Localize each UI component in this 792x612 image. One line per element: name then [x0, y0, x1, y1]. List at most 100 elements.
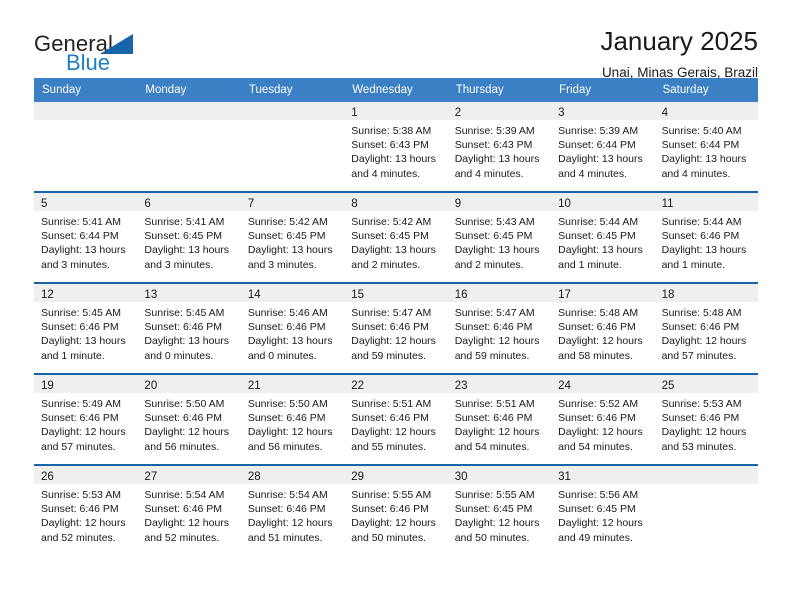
- day-number-band: 1: [344, 102, 448, 120]
- day-cell[interactable]: 18 Sunrise: 5:48 AM Sunset: 6:46 PM Dayligh…: [654, 284, 758, 373]
- day-number-band: 24: [551, 375, 655, 393]
- day-number-band: [34, 102, 138, 120]
- calendar-page: General Blue January 2025 Unai, Minas Ge…: [0, 0, 792, 612]
- sunset-text: Sunset: 6:45 PM: [454, 230, 533, 243]
- day-cell[interactable]: 29 Sunrise: 5:55 AM Sunset: 6:46 PM Dayligh…: [344, 466, 448, 555]
- day-cell-empty: [137, 102, 241, 191]
- day-number-band: 10: [551, 193, 655, 211]
- sunset-text: Sunset: 6:45 PM: [144, 230, 223, 243]
- daylight-text-line1: Daylight: 13 hours: [41, 244, 126, 257]
- day-number-band: 22: [344, 375, 448, 393]
- daylight-text-line2: and 59 minutes.: [351, 349, 426, 362]
- day-details: Sunrise: 5:53 AM Sunset: 6:46 PM Daylight:…: [655, 393, 758, 454]
- day-cell[interactable]: 11 Sunrise: 5:44 AM Sunset: 6:46 PM Dayligh…: [654, 193, 758, 282]
- day-cell[interactable]: 17 Sunrise: 5:48 AM Sunset: 6:46 PM Dayligh…: [551, 284, 655, 373]
- day-number: 9: [454, 198, 462, 210]
- sunset-text: Sunset: 6:45 PM: [558, 230, 636, 243]
- sunset-text: Sunset: 6:44 PM: [41, 230, 119, 243]
- day-number: 24: [558, 380, 571, 392]
- sunset-text: Sunset: 6:46 PM: [41, 503, 119, 516]
- day-details: Sunrise: 5:55 AM Sunset: 6:46 PM Daylight:…: [344, 484, 447, 545]
- day-number: 6: [144, 198, 151, 210]
- day-number-band: 19: [34, 375, 138, 393]
- sunrise-text: Sunrise: 5:51 AM: [351, 398, 432, 410]
- day-details: Sunrise: 5:51 AM Sunset: 6:46 PM Daylight:…: [344, 393, 447, 454]
- sunrise-text: Sunrise: 5:44 AM: [661, 216, 742, 228]
- daylight-text-line2: and 50 minutes.: [454, 531, 530, 544]
- day-cell[interactable]: 30 Sunrise: 5:55 AM Sunset: 6:45 PM Dayligh…: [447, 466, 552, 555]
- day-details: Sunrise: 5:39 AM Sunset: 6:44 PM Daylight:…: [551, 120, 654, 181]
- day-cell[interactable]: 19 Sunrise: 5:49 AM Sunset: 6:46 PM Dayligh…: [34, 375, 138, 464]
- sunrise-text: Sunrise: 5:53 AM: [661, 398, 742, 410]
- day-cell[interactable]: 4 Sunrise: 5:40 AM Sunset: 6:44 PM Daylight…: [654, 102, 758, 191]
- daylight-text-line2: and 55 minutes.: [351, 440, 426, 453]
- sunset-text: Sunset: 6:46 PM: [247, 503, 326, 516]
- day-cell[interactable]: 13 Sunrise: 5:45 AM Sunset: 6:46 PM Dayligh…: [137, 284, 241, 373]
- day-cell[interactable]: 5 Sunrise: 5:41 AM Sunset: 6:44 PM Daylight…: [34, 193, 138, 282]
- day-cell[interactable]: 14 Sunrise: 5:46 AM Sunset: 6:46 PM Dayligh…: [240, 284, 345, 373]
- sunrise-text: Sunrise: 5:53 AM: [41, 489, 121, 501]
- daylight-text-line1: Daylight: 12 hours: [41, 426, 126, 439]
- day-cell[interactable]: 7 Sunrise: 5:42 AM Sunset: 6:45 PM Daylight…: [240, 193, 345, 282]
- day-cell[interactable]: 6 Sunrise: 5:41 AM Sunset: 6:45 PM Daylight…: [137, 193, 241, 282]
- day-cell[interactable]: 8 Sunrise: 5:42 AM Sunset: 6:45 PM Daylight…: [344, 193, 448, 282]
- daylight-text-line2: and 4 minutes.: [661, 167, 731, 180]
- day-cell[interactable]: 21 Sunrise: 5:50 AM Sunset: 6:46 PM Dayligh…: [240, 375, 345, 464]
- day-details: Sunrise: 5:45 AM Sunset: 6:46 PM Daylight:…: [34, 302, 137, 363]
- day-number: 28: [247, 471, 261, 483]
- day-number-band: 18: [654, 284, 758, 302]
- weekday-header-row: Sunday Monday Tuesday Wednesday Thursday…: [34, 78, 758, 102]
- daylight-text-line1: Daylight: 12 hours: [144, 517, 230, 530]
- daylight-text-line2: and 52 minutes.: [144, 531, 220, 544]
- day-cell[interactable]: 3 Sunrise: 5:39 AM Sunset: 6:44 PM Daylight…: [551, 102, 655, 191]
- day-number: 31: [558, 471, 571, 483]
- day-cell[interactable]: 20 Sunrise: 5:50 AM Sunset: 6:46 PM Dayligh…: [137, 375, 241, 464]
- daylight-text-line2: and 0 minutes.: [247, 349, 317, 362]
- daylight-text-line2: and 54 minutes.: [454, 440, 530, 453]
- page-header: General Blue January 2025 Unai, Minas Ge…: [34, 0, 758, 80]
- day-cell[interactable]: 2 Sunrise: 5:39 AM Sunset: 6:43 PM Daylight…: [447, 102, 552, 191]
- sunrise-text: Sunrise: 5:52 AM: [558, 398, 639, 410]
- day-details: Sunrise: 5:49 AM Sunset: 6:46 PM Daylight:…: [34, 393, 137, 454]
- day-cell[interactable]: 22 Sunrise: 5:51 AM Sunset: 6:46 PM Dayligh…: [344, 375, 448, 464]
- calendar-week-row: 1 Sunrise: 5:38 AM Sunset: 6:43 PM Daylight…: [34, 102, 758, 191]
- day-cell[interactable]: 9 Sunrise: 5:43 AM Sunset: 6:45 PM Daylight…: [447, 193, 552, 282]
- sunset-text: Sunset: 6:46 PM: [661, 412, 740, 425]
- day-cell[interactable]: 24 Sunrise: 5:52 AM Sunset: 6:46 PM Dayligh…: [551, 375, 655, 464]
- daylight-text-line2: and 59 minutes.: [454, 349, 530, 362]
- day-cell[interactable]: 10 Sunrise: 5:44 AM Sunset: 6:45 PM Dayligh…: [551, 193, 655, 282]
- day-cell[interactable]: 31 Sunrise: 5:56 AM Sunset: 6:45 PM Dayligh…: [551, 466, 655, 555]
- day-number-band: 2: [447, 102, 552, 120]
- sunset-text: Sunset: 6:46 PM: [351, 412, 429, 425]
- day-cell[interactable]: 27 Sunrise: 5:54 AM Sunset: 6:46 PM Dayligh…: [137, 466, 241, 555]
- sunrise-text: Sunrise: 5:42 AM: [351, 216, 432, 228]
- daylight-text-line1: Daylight: 12 hours: [41, 517, 126, 530]
- day-number: 3: [558, 107, 565, 119]
- day-cell[interactable]: 12 Sunrise: 5:45 AM Sunset: 6:46 PM Dayligh…: [34, 284, 138, 373]
- day-number-band: 21: [240, 375, 345, 393]
- daylight-text-line2: and 3 minutes.: [144, 258, 214, 271]
- sunrise-text: Sunrise: 5:50 AM: [144, 398, 225, 410]
- day-number: 16: [454, 289, 468, 301]
- sunrise-text: Sunrise: 5:56 AM: [558, 489, 639, 501]
- weekday-monday: Monday: [145, 84, 187, 96]
- daylight-text-line1: Daylight: 12 hours: [351, 426, 436, 439]
- sunrise-text: Sunrise: 5:46 AM: [247, 307, 328, 319]
- daylight-text-line2: and 54 minutes.: [558, 440, 633, 453]
- day-cell[interactable]: 1 Sunrise: 5:38 AM Sunset: 6:43 PM Daylight…: [344, 102, 448, 191]
- sunset-text: Sunset: 6:46 PM: [454, 321, 533, 334]
- sunset-text: Sunset: 6:45 PM: [558, 503, 636, 516]
- sunrise-text: Sunrise: 5:48 AM: [558, 307, 639, 319]
- day-number-band: 5: [34, 193, 138, 211]
- day-cell[interactable]: 15 Sunrise: 5:47 AM Sunset: 6:46 PM Dayligh…: [344, 284, 448, 373]
- day-number-band: 15: [344, 284, 448, 302]
- daylight-text-line1: Daylight: 12 hours: [661, 335, 747, 348]
- day-cell[interactable]: 26 Sunrise: 5:53 AM Sunset: 6:46 PM Dayligh…: [34, 466, 138, 555]
- day-cell[interactable]: 16 Sunrise: 5:47 AM Sunset: 6:46 PM Dayligh…: [447, 284, 552, 373]
- sunrise-text: Sunrise: 5:38 AM: [351, 125, 432, 137]
- daylight-text-line1: Daylight: 13 hours: [351, 244, 436, 257]
- day-details: Sunrise: 5:42 AM Sunset: 6:45 PM Daylight:…: [344, 211, 447, 272]
- day-cell[interactable]: 25 Sunrise: 5:53 AM Sunset: 6:46 PM Dayligh…: [654, 375, 758, 464]
- day-cell[interactable]: 23 Sunrise: 5:51 AM Sunset: 6:46 PM Dayligh…: [447, 375, 552, 464]
- day-cell[interactable]: 28 Sunrise: 5:54 AM Sunset: 6:46 PM Dayligh…: [240, 466, 345, 555]
